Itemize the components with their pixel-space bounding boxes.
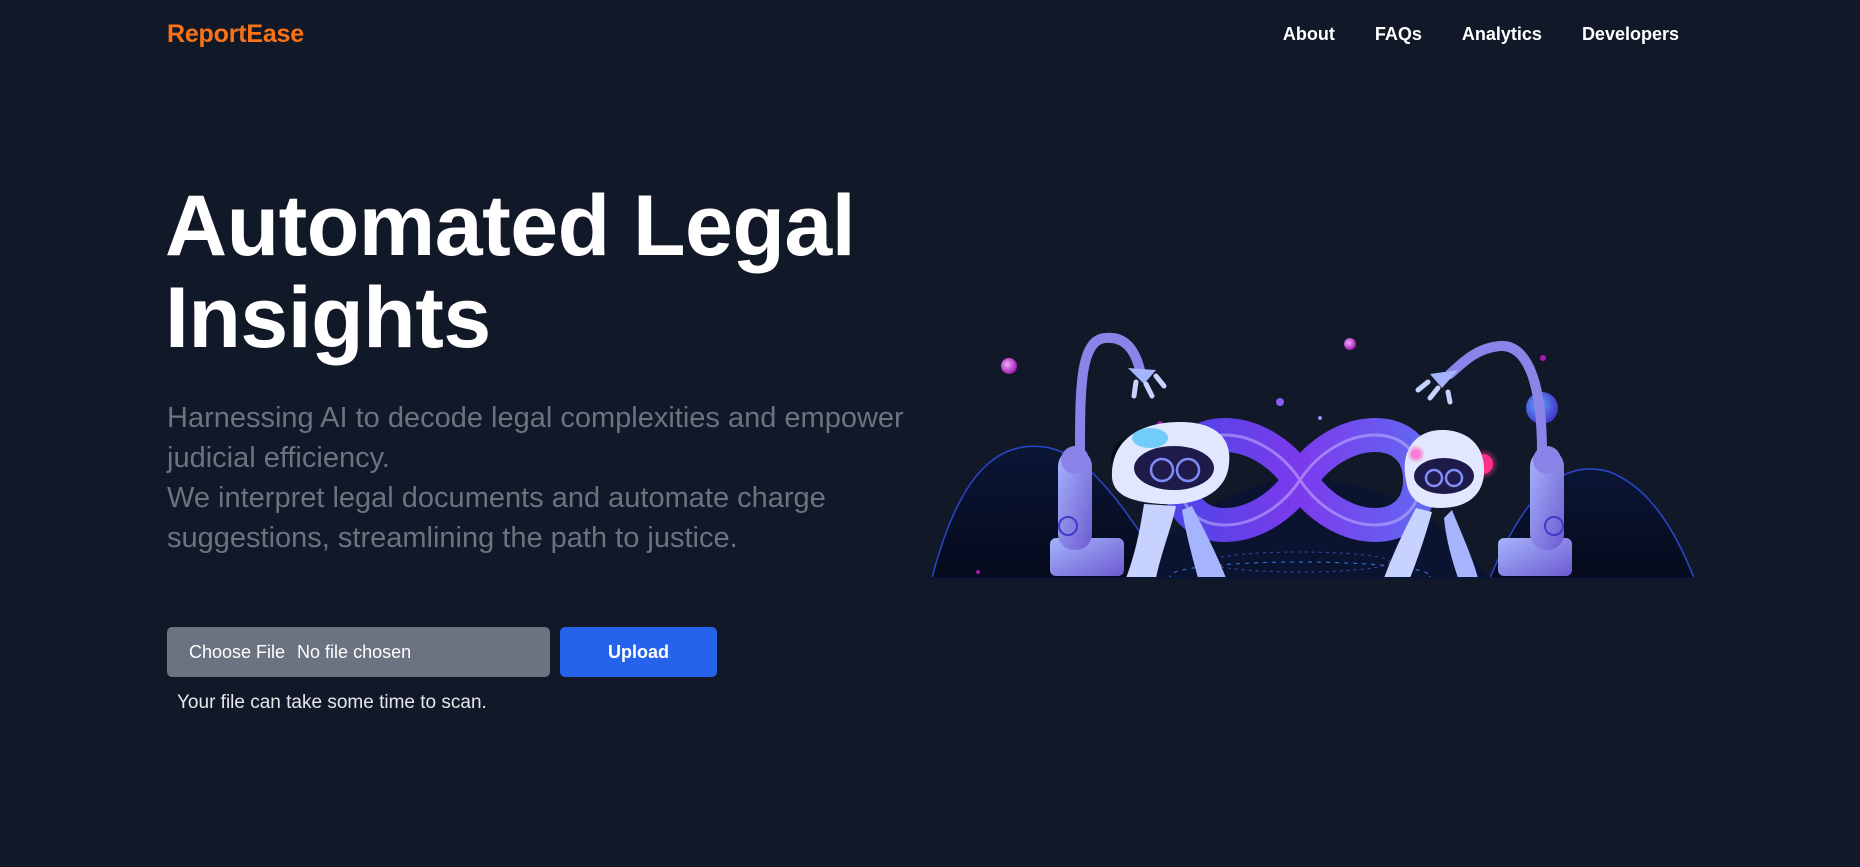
choose-file-label[interactable]: Choose File — [189, 642, 285, 663]
hero-title: Automated Legal Insights — [165, 178, 856, 366]
landing-page: ReportEase About FAQs Analytics Develope… — [0, 0, 1860, 867]
upload-button[interactable]: Upload — [560, 627, 717, 677]
site-header: ReportEase About FAQs Analytics Develope… — [0, 0, 1860, 72]
hero-description: Harnessing AI to decode legal complexiti… — [167, 398, 947, 558]
file-status: No file chosen — [297, 641, 412, 662]
nav-link-faqs[interactable]: FAQs — [1375, 24, 1422, 45]
hero-description-line-1: Harnessing AI to decode legal complexiti… — [167, 402, 904, 474]
upload-note: Your file can take some time to scan. — [177, 692, 487, 713]
robot-arms-infinity-illustration — [930, 330, 1696, 591]
nav-link-about[interactable]: About — [1283, 24, 1335, 45]
nav-link-developers[interactable]: Developers — [1582, 24, 1679, 45]
hero-description-line-2: We interpret legal documents and automat… — [167, 482, 826, 554]
brand-logo-link[interactable]: ReportEase — [167, 20, 304, 49]
main-nav: About FAQs Analytics Developers — [1283, 24, 1679, 45]
nav-link-analytics[interactable]: Analytics — [1462, 24, 1542, 45]
file-input[interactable]: Choose File No file chosen — [167, 627, 550, 677]
upload-form: Choose File No file chosen Upload — [167, 627, 717, 677]
